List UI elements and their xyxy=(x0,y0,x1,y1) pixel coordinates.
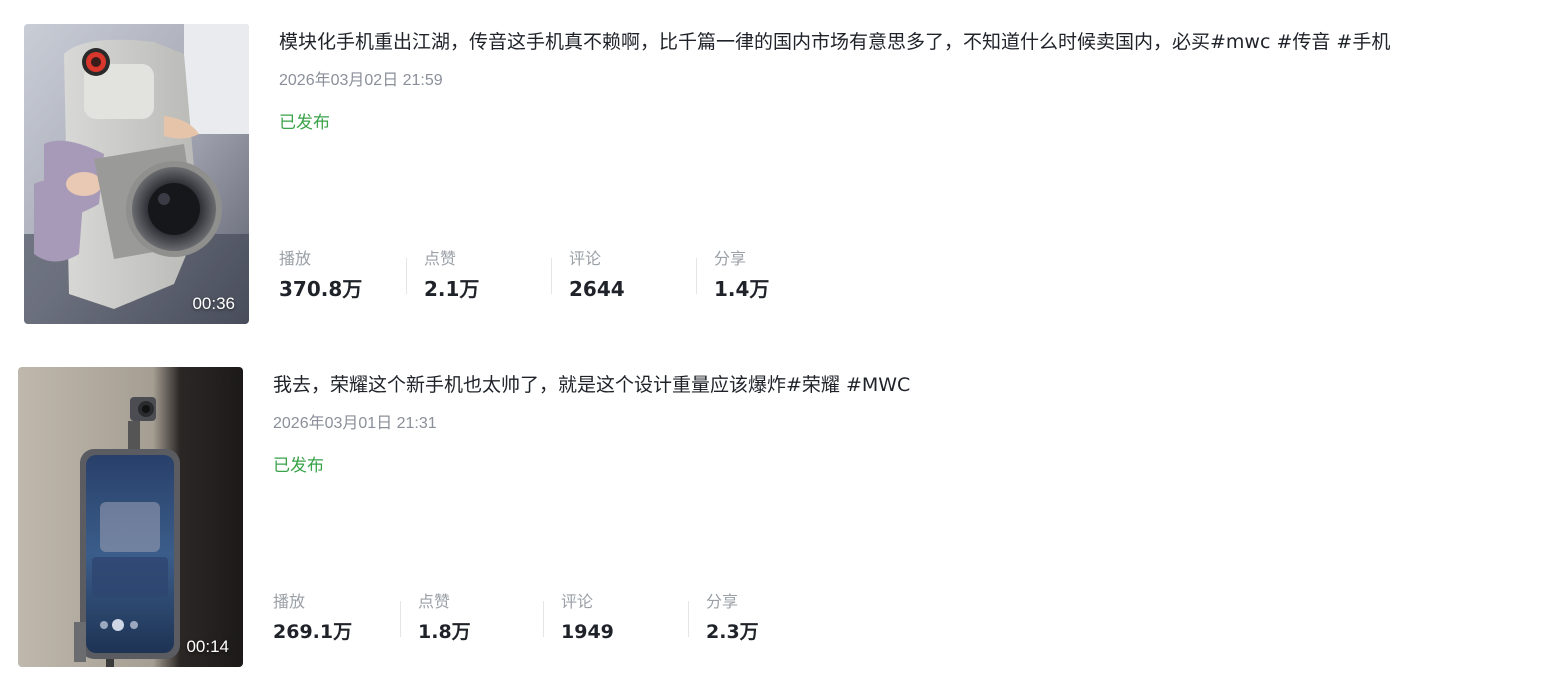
gimbal-phone-thumbnail-image xyxy=(18,367,243,667)
stat-label: 评论 xyxy=(561,592,594,611)
camera-phone-thumbnail-image xyxy=(24,24,249,324)
stat-likes: 点赞 2.1万 xyxy=(406,248,564,304)
video-info: 模块化手机重出江湖，传音这手机真不赖啊，比千篇一律的国内市场有意思多了，不知道什… xyxy=(279,24,1509,324)
stat-label: 点赞 xyxy=(424,249,457,268)
stat-value: 2.1万 xyxy=(424,277,480,301)
stat-divider xyxy=(696,258,697,294)
stat-value: 2.3万 xyxy=(706,621,759,643)
publish-date: 2026年03月02日 21:59 xyxy=(279,72,443,89)
stat-divider xyxy=(688,601,689,637)
stat-plays: 播放 269.1万 xyxy=(273,591,413,647)
publish-date: 2026年03月01日 21:31 xyxy=(273,415,437,432)
video-duration: 00:36 xyxy=(192,294,235,313)
video-duration: 00:14 xyxy=(186,637,229,656)
video-thumbnail[interactable]: 00:36 xyxy=(24,24,249,324)
stat-label: 播放 xyxy=(279,249,312,268)
video-item: 00:36 模块化手机重出江湖，传音这手机真不赖啊，比千篇一律的国内市场有意思多… xyxy=(0,24,1545,324)
status-badge: 已发布 xyxy=(273,456,324,476)
stat-value: 2644 xyxy=(569,277,625,301)
stat-value: 269.1万 xyxy=(273,621,353,643)
stat-value: 1949 xyxy=(561,621,614,643)
video-list: 00:36 模块化手机重出江湖，传音这手机真不赖啊，比千篇一律的国内市场有意思多… xyxy=(0,0,1545,688)
stat-shares: 分享 2.3万 xyxy=(688,591,846,647)
stat-comments: 评论 1949 xyxy=(543,591,701,647)
stat-label: 分享 xyxy=(706,592,739,611)
stat-label: 分享 xyxy=(714,249,747,268)
stat-divider xyxy=(400,601,401,637)
stat-value: 1.8万 xyxy=(418,621,471,643)
stat-divider xyxy=(551,258,552,294)
video-info: 我去，荣耀这个新手机也太帅了，就是这个设计重量应该爆炸#荣耀 #MWC 2026… xyxy=(273,367,1503,667)
video-thumbnail[interactable]: 00:14 xyxy=(18,367,243,667)
video-title[interactable]: 我去，荣耀这个新手机也太帅了，就是这个设计重量应该爆炸#荣耀 #MWC xyxy=(273,372,910,398)
status-badge: 已发布 xyxy=(279,113,330,133)
stat-comments: 评论 2644 xyxy=(551,248,709,304)
stat-divider xyxy=(543,601,544,637)
stat-likes: 点赞 1.8万 xyxy=(400,591,558,647)
stat-divider xyxy=(406,258,407,294)
stat-value: 370.8万 xyxy=(279,277,363,301)
stat-shares: 分享 1.4万 xyxy=(696,248,854,304)
video-item: 00:14 我去，荣耀这个新手机也太帅了，就是这个设计重量应该爆炸#荣耀 #MW… xyxy=(0,367,1545,667)
stat-label: 点赞 xyxy=(418,592,451,611)
video-title[interactable]: 模块化手机重出江湖，传音这手机真不赖啊，比千篇一律的国内市场有意思多了，不知道什… xyxy=(279,29,1390,55)
stat-label: 评论 xyxy=(569,249,602,268)
stat-plays: 播放 370.8万 xyxy=(279,248,419,304)
stat-label: 播放 xyxy=(273,592,306,611)
stat-value: 1.4万 xyxy=(714,277,770,301)
